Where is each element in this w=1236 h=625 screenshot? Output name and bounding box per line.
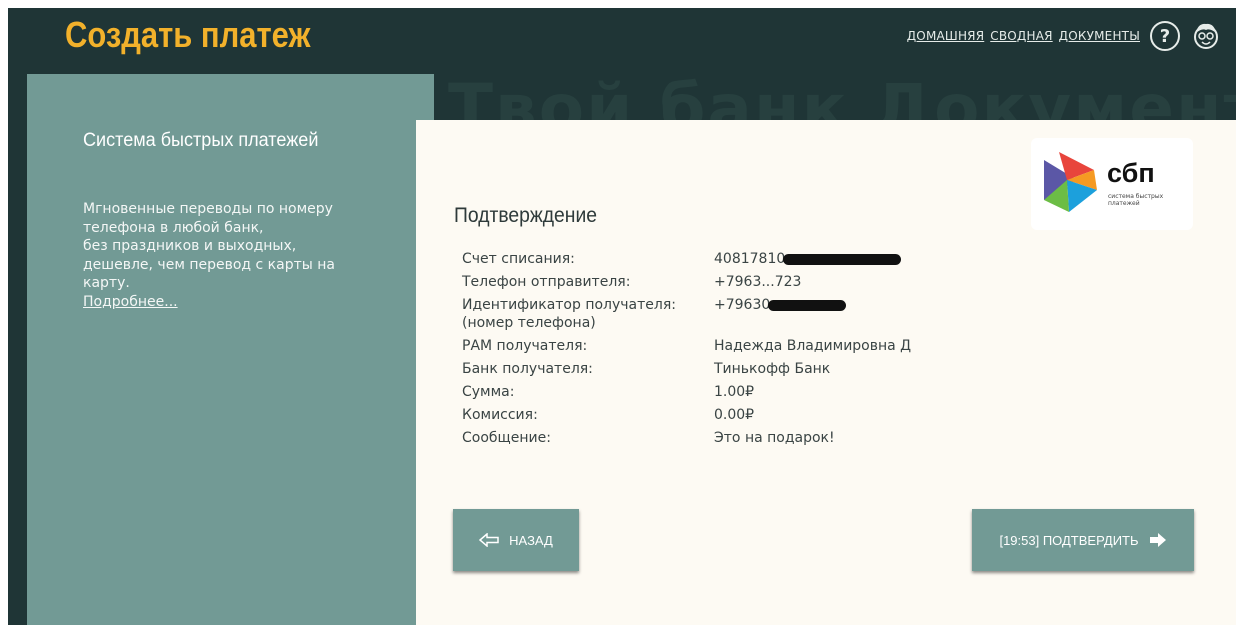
avatar-icon[interactable] [1190,20,1222,52]
detail-label: Идентификатор получателя: (номер телефон… [462,296,714,332]
detail-row: Сообщение: Это на подарок! [462,429,1022,447]
top-navigation: ДОМАШНЯЯ СВОДНАЯ ДОКУМЕНТЫ ? [907,20,1222,52]
sbp-logo-subtitle: система быстрых платежей [1108,193,1164,207]
nav-home-link[interactable]: ДОМАШНЯЯ [907,29,985,43]
sidebar-text-line: без праздников и выходных, [83,238,297,254]
sidebar-text-line: карту. [83,275,130,291]
sidebar-text-line: телефона в любой банк, [83,219,264,236]
confirmation-card: сбп система быстрых платежей Подтвержден… [416,120,1236,625]
detail-row: Телефон отправителя: +7963...723 [462,273,1022,291]
sbp-logo-icon [1044,152,1097,212]
account-number: 40817810 [714,251,786,267]
detail-label: Телефон отправителя: [462,274,631,290]
sbp-logo-word: сбп [1107,158,1155,188]
browser-top-strip [0,0,1236,8]
back-button[interactable]: НАЗАД [453,509,579,571]
payment-details: Счет списания: 40817810 Телефон отправит… [462,250,1022,452]
more-info-link[interactable]: Подробнее... [83,293,383,312]
detail-label: Счет списания: [462,251,575,267]
arrow-right-icon [1149,533,1166,547]
sidebar-description: Мгновенные переводы по номеру телефона в… [83,200,383,311]
detail-label: Комиссия: [462,407,538,423]
sidebar-text-line: Мгновенные переводы по номеру [83,201,333,217]
detail-value: Тинькофф Банк [714,361,831,377]
detail-label: Сообщение: [462,430,551,446]
sidebar-title: Система быстрых платежей [83,130,319,151]
detail-label: Сумма: [462,384,515,400]
detail-value: Это на подарок! [714,430,835,446]
detail-value: 40817810 [714,250,1022,268]
detail-value: +79630 [714,296,1022,332]
confirm-button-label: [19:53] ПОДТВЕРДИТЬ [999,532,1139,548]
detail-value: 0.00₽ [714,407,755,423]
nav-summary-link[interactable]: СВОДНАЯ [990,29,1052,43]
redaction-mark [768,299,847,311]
detail-row: Идентификатор получателя: (номер телефон… [462,296,1022,332]
detail-value: +7963...723 [714,274,802,290]
confirmation-title: Подтверждение [454,204,598,227]
detail-row: Счет списания: 40817810 [462,250,1022,268]
sbp-logo: сбп система быстрых платежей [1031,138,1193,230]
nav-documents-link[interactable]: ДОКУМЕНТЫ [1059,29,1140,43]
detail-row: Банк получателя: Тинькофф Банк [462,360,1022,378]
detail-label-line: (номер телефона) [462,315,596,331]
page-title: Создать платеж [65,14,311,55]
back-button-label: НАЗАД [509,532,553,548]
detail-label: Банк получателя: [462,361,593,377]
help-icon[interactable]: ? [1150,21,1180,51]
detail-value: 1.00₽ [714,384,755,400]
detail-row: Сумма: 1.00₽ [462,383,1022,401]
page-stage: Твой банк Документы Создать платеж ДОМАШ… [8,8,1236,625]
arrow-left-icon [479,533,499,547]
confirm-button[interactable]: [19:53] ПОДТВЕРДИТЬ [972,509,1194,571]
detail-label-line: Идентификатор получателя: [462,297,676,313]
detail-label: РАМ получателя: [462,338,588,354]
redaction-mark [783,253,902,265]
recipient-phone: +79630 [714,297,771,313]
detail-value: Надежда Владимировна Д [714,338,912,354]
detail-row: Комиссия: 0.00₽ [462,406,1022,424]
sidebar-text-line: дешевле, чем перевод с карты на [83,256,335,273]
info-sidebar: Система быстрых платежей Мгновенные пере… [27,74,434,625]
detail-row: РАМ получателя: Надежда Владимировна Д [462,337,1022,355]
